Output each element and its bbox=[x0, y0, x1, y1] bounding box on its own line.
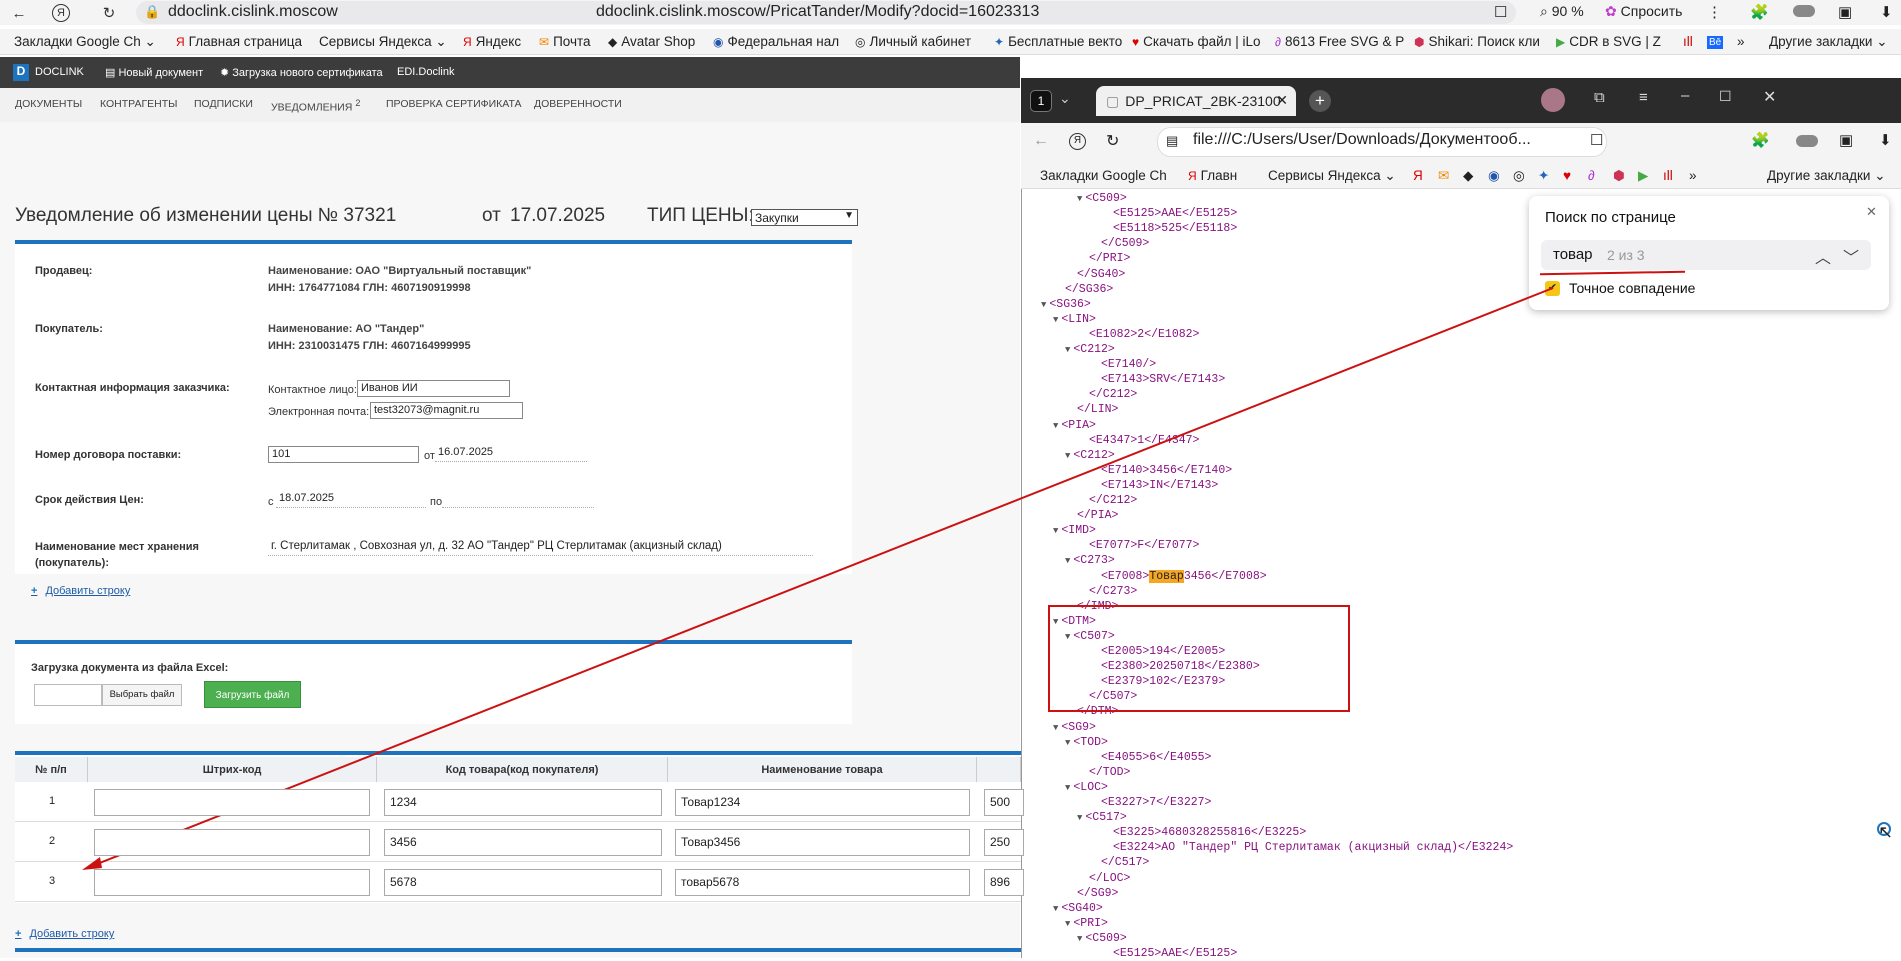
barcode-input[interactable] bbox=[94, 789, 370, 816]
product-name-input[interactable]: товар5678 bbox=[675, 869, 970, 896]
quantity-input[interactable]: 250 bbox=[984, 829, 1024, 856]
row-number: 3 bbox=[48, 875, 56, 887]
barcode-input[interactable] bbox=[94, 869, 370, 896]
product-code-input[interactable]: 3456 bbox=[384, 829, 662, 856]
product-code-input[interactable]: 5678 bbox=[384, 869, 662, 896]
row-number: 2 bbox=[48, 835, 56, 847]
product-name-input[interactable]: Товар3456 bbox=[675, 829, 970, 856]
product-code-input[interactable]: 1234 bbox=[384, 789, 662, 816]
cursor-icon: ↖ bbox=[1878, 822, 1894, 842]
quantity-input[interactable]: 500 bbox=[984, 789, 1024, 816]
barcode-input[interactable] bbox=[94, 829, 370, 856]
quantity-input[interactable]: 896 bbox=[984, 869, 1024, 896]
row-number: 1 bbox=[48, 795, 56, 807]
product-name-input[interactable]: Товар1234 bbox=[675, 789, 970, 816]
